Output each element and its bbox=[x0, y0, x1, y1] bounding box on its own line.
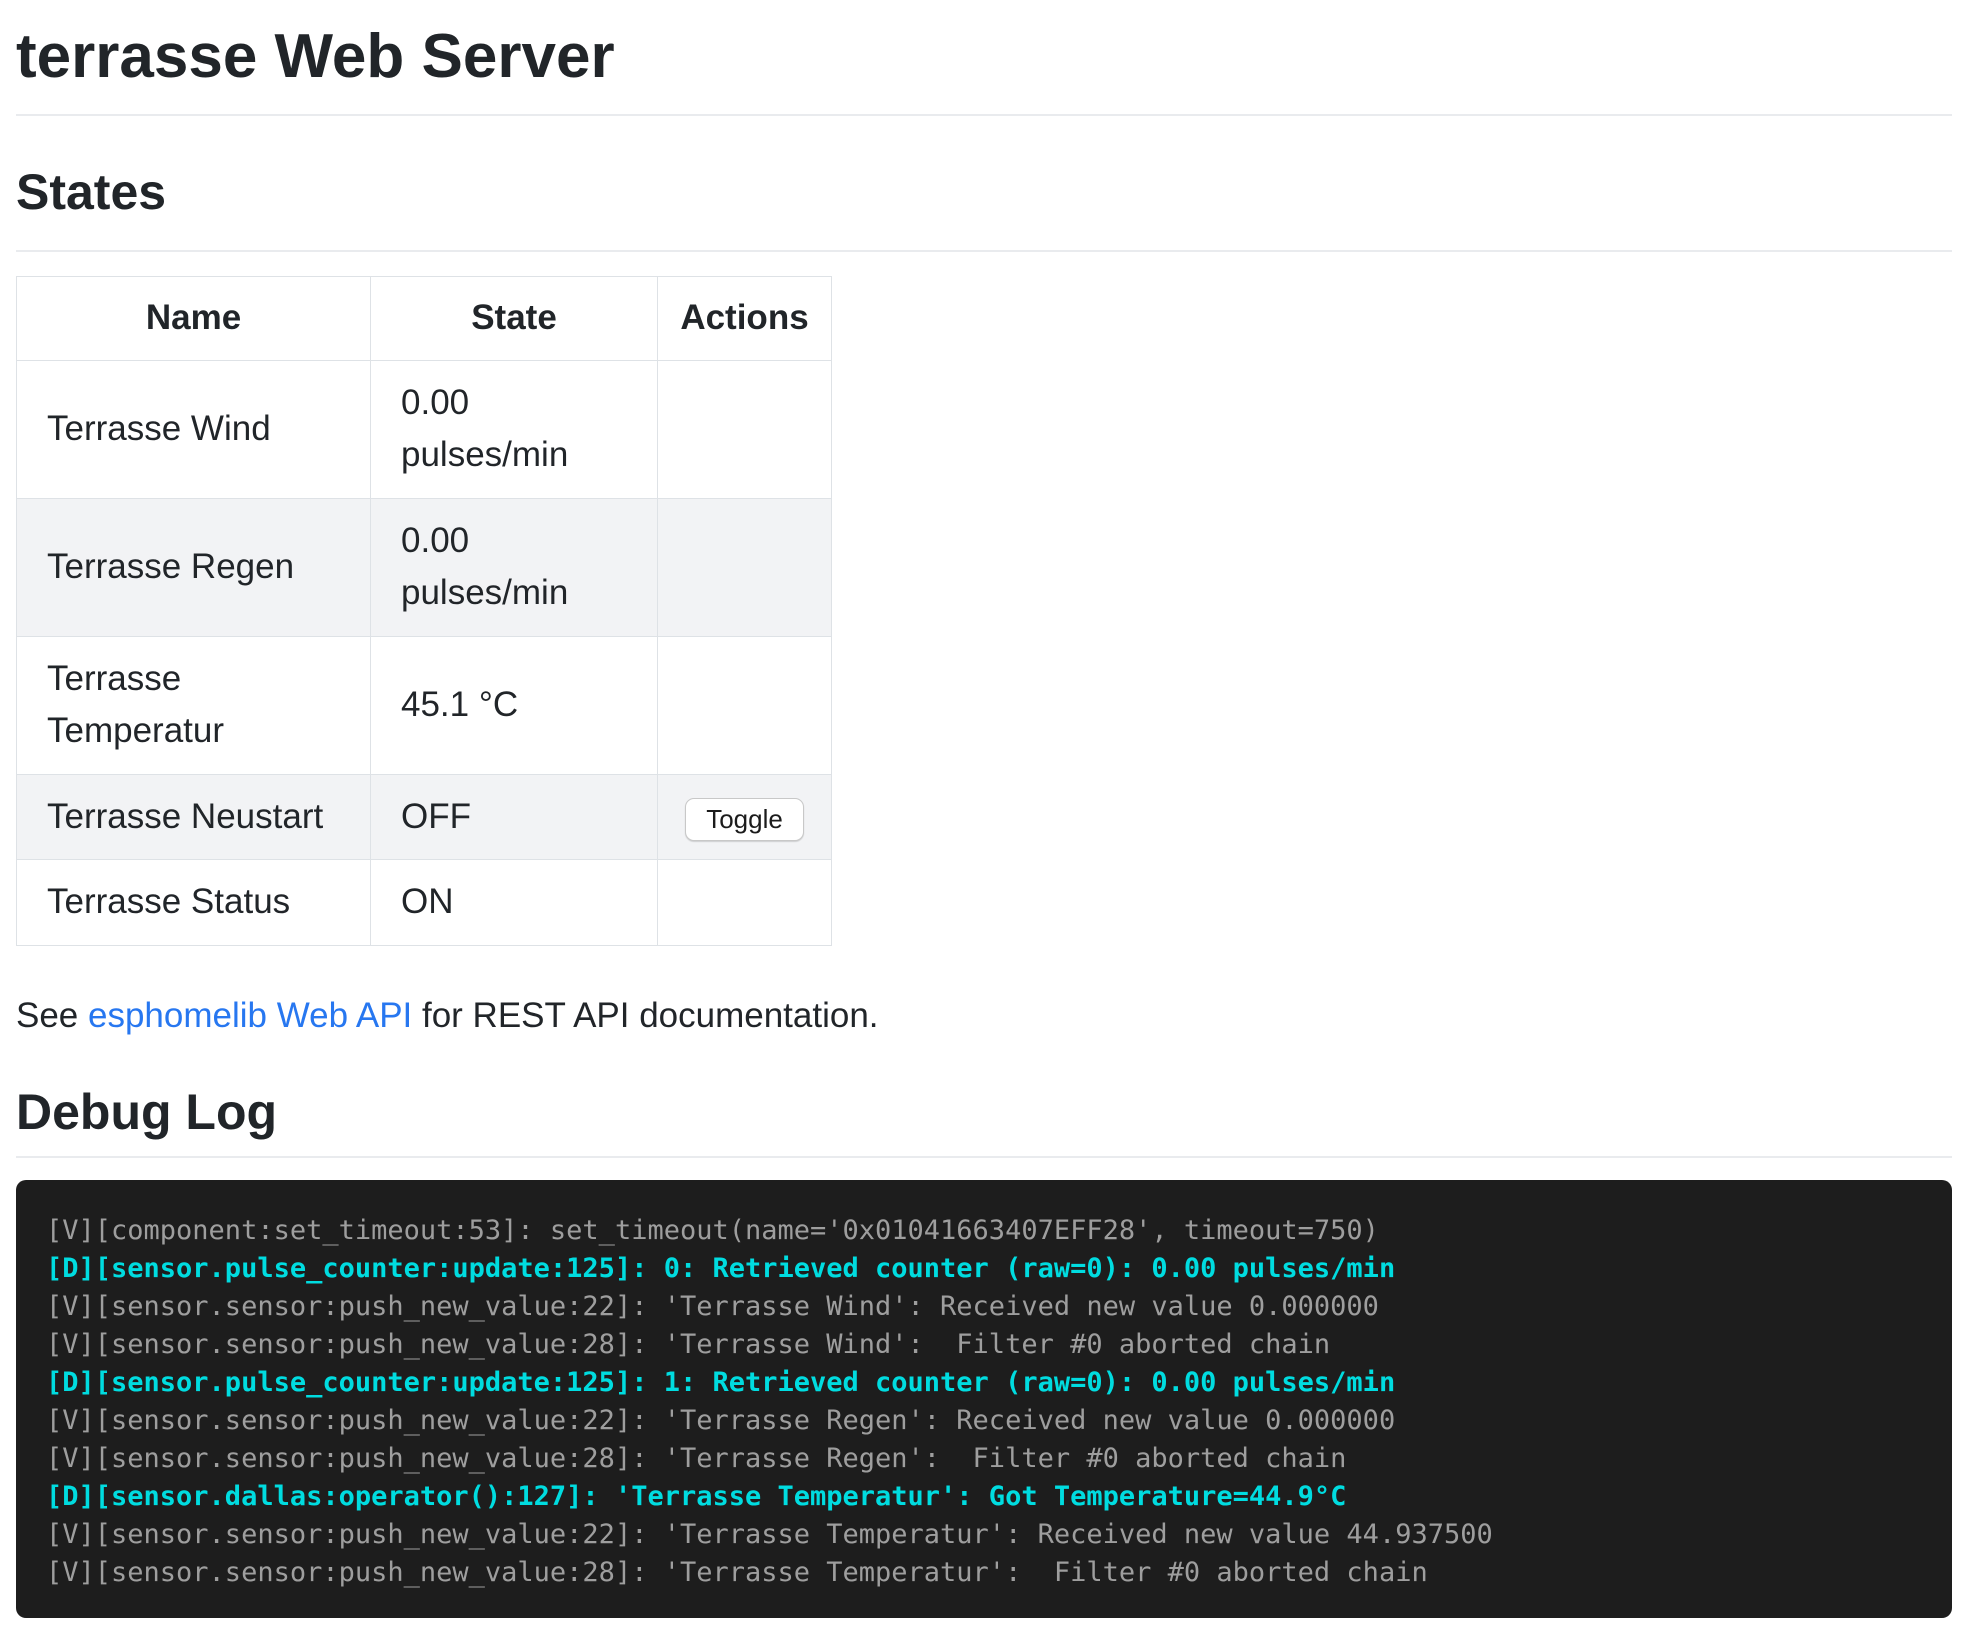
title-divider bbox=[16, 114, 1952, 116]
debug-log-section: Debug Log [V][component:set_timeout:53]:… bbox=[16, 1082, 1952, 1618]
states-divider bbox=[16, 250, 1952, 252]
log-line: [V][component:set_timeout:53]: set_timeo… bbox=[46, 1212, 1922, 1250]
toggle-button[interactable]: Toggle bbox=[685, 798, 804, 841]
cell-actions bbox=[658, 636, 832, 774]
cell-name: Terrasse Status bbox=[17, 860, 371, 946]
column-header-actions: Actions bbox=[658, 277, 832, 361]
api-note-prefix: See bbox=[16, 996, 88, 1035]
cell-state: 45.1 °C bbox=[371, 636, 658, 774]
cell-name: Terrasse Temperatur bbox=[17, 636, 371, 774]
cell-actions bbox=[658, 360, 832, 498]
log-line: [V][sensor.sensor:push_new_value:22]: 'T… bbox=[46, 1516, 1922, 1554]
column-header-state: State bbox=[371, 277, 658, 361]
table-row: Terrasse Wind0.00 pulses/min bbox=[17, 360, 832, 498]
cell-actions bbox=[658, 498, 832, 636]
debug-log-console: [V][component:set_timeout:53]: set_timeo… bbox=[16, 1180, 1952, 1618]
debug-log-divider bbox=[16, 1156, 1952, 1158]
table-header-row: Name State Actions bbox=[17, 277, 832, 361]
cell-name: Terrasse Regen bbox=[17, 498, 371, 636]
log-line: [V][sensor.sensor:push_new_value:22]: 'T… bbox=[46, 1288, 1922, 1326]
cell-name: Terrasse Neustart bbox=[17, 774, 371, 860]
api-note: See esphomelib Web API for REST API docu… bbox=[16, 990, 1952, 1043]
table-row: Terrasse Temperatur45.1 °C bbox=[17, 636, 832, 774]
log-line: [V][sensor.sensor:push_new_value:28]: 'T… bbox=[46, 1554, 1922, 1592]
log-line: [D][sensor.pulse_counter:update:125]: 0:… bbox=[46, 1250, 1922, 1288]
states-section: States Name State Actions Terrasse Wind0… bbox=[16, 162, 1952, 1042]
api-note-suffix: for REST API documentation. bbox=[412, 996, 878, 1035]
page: terrasse Web Server States Name State Ac… bbox=[16, 20, 1952, 1618]
states-table: Name State Actions Terrasse Wind0.00 pul… bbox=[16, 276, 832, 946]
cell-state: 0.00 pulses/min bbox=[371, 360, 658, 498]
log-line: [V][sensor.sensor:push_new_value:28]: 'T… bbox=[46, 1440, 1922, 1478]
column-header-name: Name bbox=[17, 277, 371, 361]
cell-actions bbox=[658, 860, 832, 946]
table-row: Terrasse Regen0.00 pulses/min bbox=[17, 498, 832, 636]
cell-name: Terrasse Wind bbox=[17, 360, 371, 498]
log-line: [D][sensor.pulse_counter:update:125]: 1:… bbox=[46, 1364, 1922, 1402]
table-row: Terrasse NeustartOFF Toggle bbox=[17, 774, 832, 860]
log-line: [V][sensor.sensor:push_new_value:22]: 'T… bbox=[46, 1402, 1922, 1440]
cell-state: OFF bbox=[371, 774, 658, 860]
table-row: Terrasse StatusON bbox=[17, 860, 832, 946]
page-title: terrasse Web Server bbox=[16, 20, 1952, 94]
cell-state: 0.00 pulses/min bbox=[371, 498, 658, 636]
cell-actions: Toggle bbox=[658, 774, 832, 860]
debug-log-heading: Debug Log bbox=[16, 1082, 1952, 1142]
cell-state: ON bbox=[371, 860, 658, 946]
states-table-body: Terrasse Wind0.00 pulses/minTerrasse Reg… bbox=[17, 360, 832, 945]
log-line: [V][sensor.sensor:push_new_value:28]: 'T… bbox=[46, 1326, 1922, 1364]
log-line: [D][sensor.dallas:operator():127]: 'Terr… bbox=[46, 1478, 1922, 1516]
esphomelib-web-api-link[interactable]: esphomelib Web API bbox=[88, 996, 412, 1035]
states-heading: States bbox=[16, 162, 1952, 222]
